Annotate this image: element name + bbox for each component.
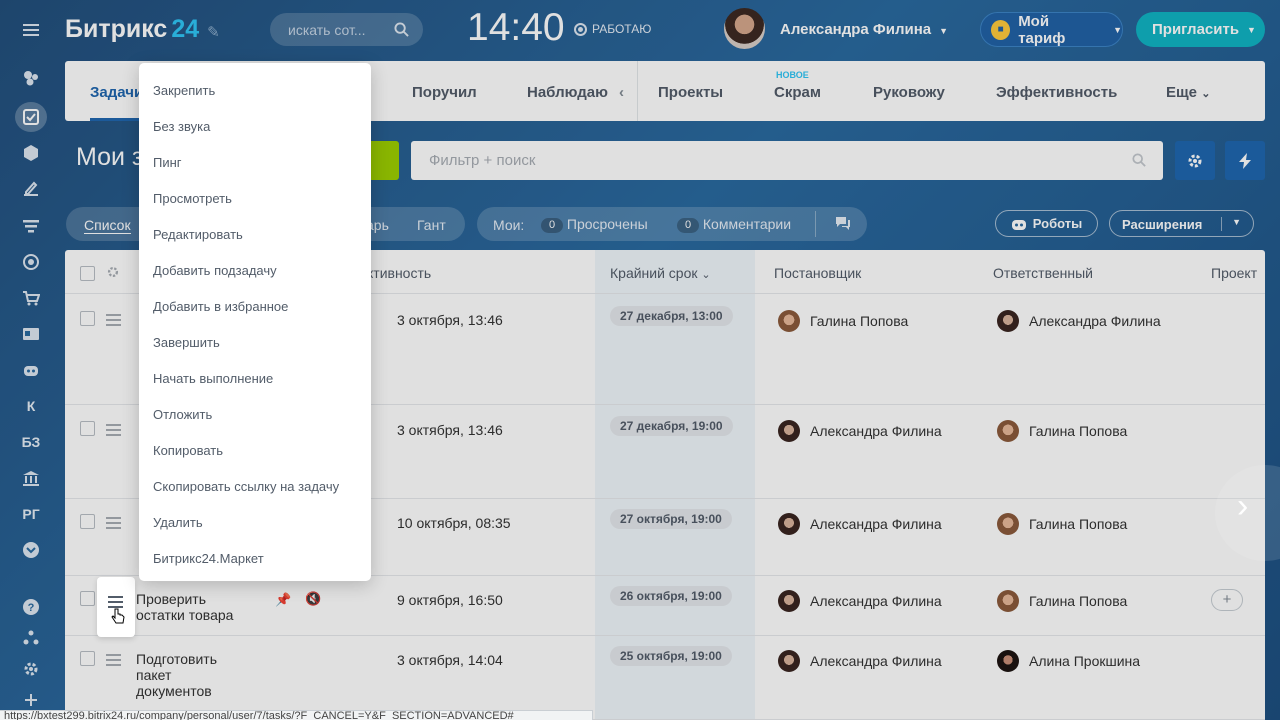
menu-item-defer[interactable]: Отложить <box>153 407 212 422</box>
menu-item-copy-link[interactable]: Скопировать ссылку на задачу <box>153 479 339 494</box>
menu-item-view[interactable]: Просмотреть <box>153 191 232 206</box>
menu-item-start[interactable]: Начать выполнение <box>153 371 273 386</box>
hand-cursor-icon <box>111 608 125 624</box>
menu-item-mute[interactable]: Без звука <box>153 119 210 134</box>
menu-item-pin[interactable]: Закрепить <box>153 83 215 98</box>
row-menu-button-active[interactable] <box>97 577 135 637</box>
menu-item-complete[interactable]: Завершить <box>153 335 220 350</box>
menu-item-market[interactable]: Битрикс24.Маркет <box>153 551 264 566</box>
browser-status-bar: https://bxtest299.bitrix24.ru/company/pe… <box>0 710 593 720</box>
menu-item-delete[interactable]: Удалить <box>153 515 203 530</box>
menu-item-ping[interactable]: Пинг <box>153 155 182 170</box>
menu-item-add-favorite[interactable]: Добавить в избранное <box>153 299 288 314</box>
row-context-menu: Закрепить Без звука Пинг Просмотреть Ред… <box>139 63 371 581</box>
menu-item-copy[interactable]: Копировать <box>153 443 223 458</box>
menu-item-edit[interactable]: Редактировать <box>153 227 243 242</box>
menu-item-add-subtask[interactable]: Добавить подзадачу <box>153 263 277 278</box>
